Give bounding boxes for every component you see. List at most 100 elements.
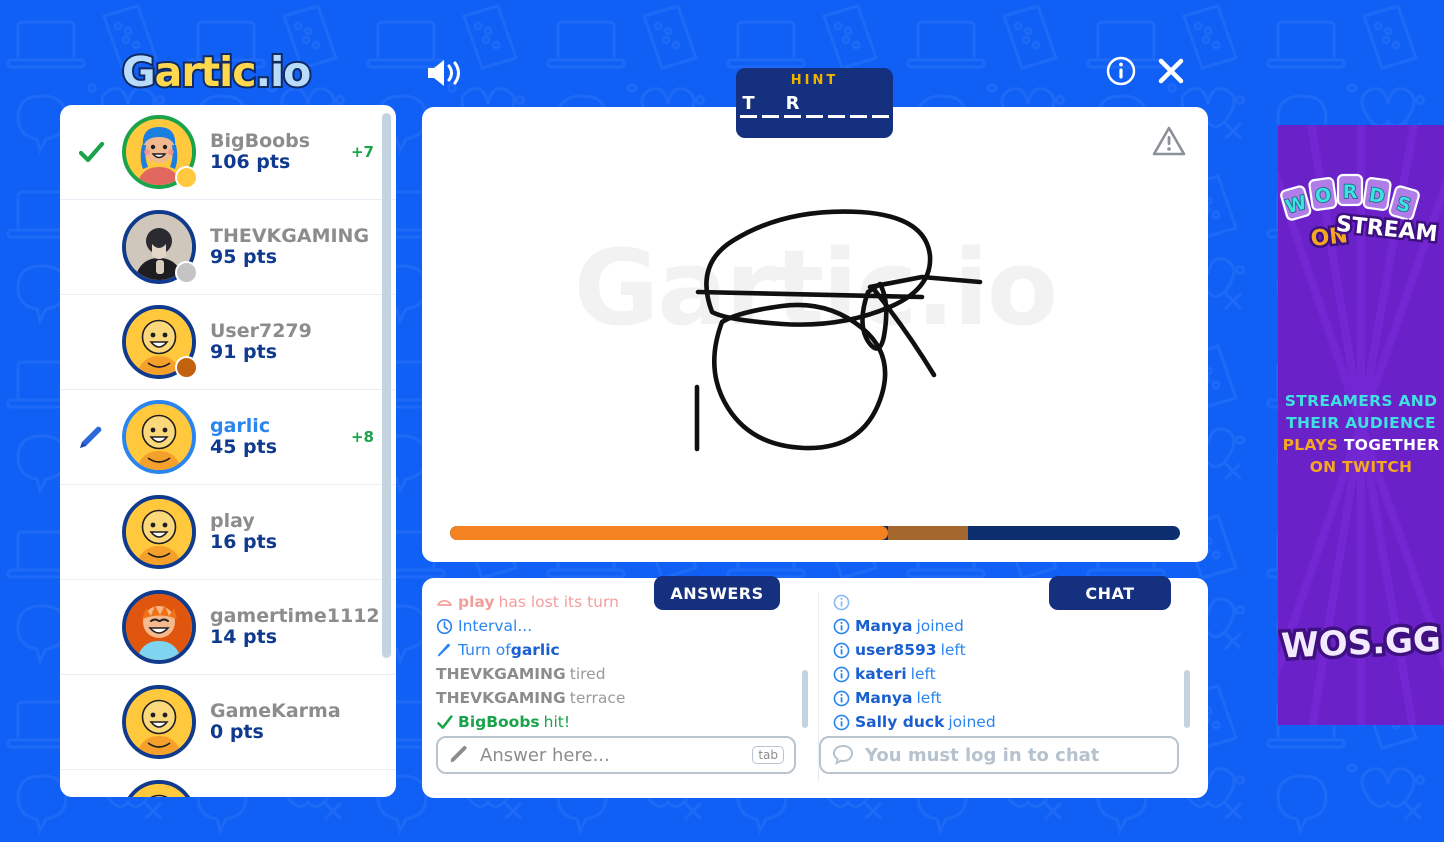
logo-part-g: G bbox=[120, 46, 158, 98]
message-icon bbox=[833, 666, 850, 683]
player-list-scroll-area[interactable]: BigBoobs 106 pts +7 THEVKGAMING 95 pts User… bbox=[60, 105, 396, 797]
ad-logo-tile: D bbox=[1362, 177, 1392, 211]
chat-input[interactable]: You must log in to chat bbox=[819, 736, 1179, 774]
info-circle-icon bbox=[1106, 56, 1136, 86]
message-author: Manya bbox=[855, 689, 913, 707]
info-circle-icon bbox=[833, 690, 850, 706]
message-icon bbox=[436, 642, 453, 659]
warning-triangle-icon[interactable] bbox=[1152, 125, 1186, 157]
chat-message: Manya left bbox=[833, 686, 1192, 710]
answer-message: Turn of garlic bbox=[436, 638, 810, 662]
player-row[interactable]: THEVKGAMING 95 pts bbox=[60, 200, 396, 295]
player-row[interactable]: GameKarma 0 pts bbox=[60, 675, 396, 770]
avatar-default-yellow bbox=[126, 784, 192, 797]
avatar-default-yellow bbox=[126, 404, 192, 470]
message-icon bbox=[833, 594, 850, 611]
hint-slot-3: R bbox=[784, 94, 801, 118]
message-text: left bbox=[916, 689, 942, 707]
chat-bubble-icon bbox=[832, 744, 854, 765]
message-author: play bbox=[458, 593, 495, 611]
answers-column: play has lost its turn Interval... Turn of… bbox=[436, 592, 810, 782]
player-list-panel: BigBoobs 106 pts +7 THEVKGAMING 95 pts User… bbox=[60, 105, 396, 797]
sound-toggle-button[interactable] bbox=[424, 56, 464, 90]
clock-icon bbox=[436, 618, 453, 634]
player-points-delta: +7 bbox=[350, 143, 374, 161]
hint-slot-6 bbox=[850, 94, 867, 118]
svg-text:STREAM: STREAM bbox=[1335, 212, 1439, 247]
svg-text:R: R bbox=[1343, 181, 1358, 203]
avatar bbox=[122, 685, 196, 759]
message-author: Manya bbox=[855, 617, 913, 635]
message-author: THEVKGAMING bbox=[436, 665, 566, 683]
info-circle-icon bbox=[833, 642, 850, 658]
hint-slot-4 bbox=[806, 94, 823, 118]
info-button[interactable] bbox=[1106, 56, 1136, 86]
answer-message: Interval... bbox=[436, 614, 810, 638]
message-text: joined bbox=[916, 617, 964, 635]
player-row[interactable]: User7279 91 pts bbox=[60, 295, 396, 390]
ad-logo-tile: W bbox=[1280, 185, 1312, 221]
player-list-scrollbar[interactable] bbox=[382, 113, 391, 658]
hint-slot-7 bbox=[872, 94, 889, 118]
message-text: left bbox=[910, 665, 936, 683]
drawing-canvas-panel[interactable]: Gartic.io bbox=[422, 107, 1208, 562]
info-circle-icon bbox=[833, 666, 850, 682]
lost-turn-icon bbox=[436, 599, 453, 606]
avatar-ring bbox=[122, 495, 196, 569]
player-points-delta: +8 bbox=[350, 428, 374, 446]
player-row[interactable] bbox=[60, 770, 396, 797]
avatar bbox=[122, 115, 198, 189]
message-text: Turn of bbox=[458, 641, 511, 659]
tab-answers[interactable]: ANSWERS bbox=[654, 576, 780, 610]
message-icon bbox=[833, 714, 850, 731]
player-status-marker bbox=[74, 705, 108, 739]
answers-and-chat-panel: play has lost its turn Interval... Turn of… bbox=[422, 578, 1208, 798]
pencil-icon bbox=[450, 746, 467, 763]
hint-slot-1: T bbox=[740, 94, 757, 118]
player-name: gamertime1112 bbox=[210, 605, 380, 628]
ad-url: WOS.GG bbox=[1278, 616, 1444, 670]
player-points: 45 pts bbox=[210, 436, 278, 458]
message-text: has lost its turn bbox=[498, 593, 619, 611]
chat-feed[interactable]: Manya joined user8593 left kateri left Many… bbox=[833, 592, 1192, 734]
answer-message: BigBoobs hit! bbox=[436, 710, 810, 734]
answers-feed[interactable]: play has lost its turn Interval... Turn of… bbox=[436, 592, 810, 734]
avatar bbox=[122, 305, 198, 379]
tab-chat[interactable]: CHAT bbox=[1049, 576, 1171, 610]
player-name: BigBoobs bbox=[210, 130, 311, 153]
avatar-default-yellow bbox=[126, 689, 192, 755]
message-author: BigBoobs bbox=[458, 713, 540, 731]
answer-message: THEVKGAMING terrace bbox=[436, 686, 810, 710]
answers-scrollbar[interactable] bbox=[802, 670, 808, 728]
avatar-orange-hair-boy bbox=[126, 594, 192, 660]
player-status-marker bbox=[74, 135, 108, 169]
player-row[interactable]: BigBoobs 106 pts +7 bbox=[60, 105, 396, 200]
player-name: garlic bbox=[210, 415, 271, 438]
progress-bar-fill bbox=[450, 526, 888, 540]
chat-scrollbar[interactable] bbox=[1184, 670, 1190, 728]
ad-logo-tile: O bbox=[1308, 177, 1338, 211]
player-row[interactable]: gamertime1112 14 pts bbox=[60, 580, 396, 675]
player-row[interactable]: play 16 pts bbox=[60, 485, 396, 580]
chat-input-placeholder: You must log in to chat bbox=[865, 744, 1100, 766]
close-button[interactable] bbox=[1156, 56, 1186, 86]
message-text: hit! bbox=[543, 713, 571, 731]
answer-input[interactable]: Answer here... tab bbox=[436, 736, 796, 774]
player-row[interactable]: garlic 45 pts +8 bbox=[60, 390, 396, 485]
check-icon bbox=[437, 714, 453, 729]
player-info: User7279 91 pts bbox=[210, 321, 312, 362]
chat-feed-list: Manya joined user8593 left kateri left Many… bbox=[833, 592, 1192, 734]
message-text: left bbox=[940, 641, 966, 659]
message-author: Sally duck bbox=[855, 713, 945, 731]
player-points: 106 pts bbox=[210, 151, 291, 173]
message-author: user8593 bbox=[855, 641, 937, 659]
player-status-marker bbox=[74, 420, 108, 454]
player-info: garlic 45 pts bbox=[210, 416, 277, 457]
chat-message: kateri left bbox=[833, 662, 1192, 686]
message-icon bbox=[436, 594, 453, 611]
message-text: Interval... bbox=[458, 617, 533, 635]
ad-logo: W O R D S ON STREAM bbox=[1278, 160, 1444, 275]
player-name: GameKarma bbox=[210, 700, 341, 723]
advertisement-banner[interactable]: W O R D S ON STREAM STREAMERS AND THEIR … bbox=[1278, 125, 1444, 725]
message-text: joined bbox=[948, 713, 996, 731]
